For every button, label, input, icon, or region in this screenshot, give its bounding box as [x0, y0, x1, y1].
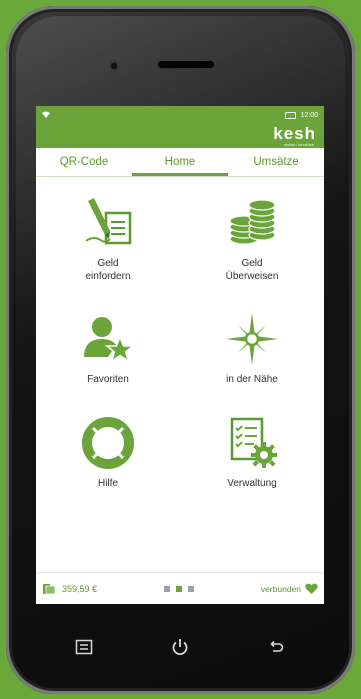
page-dot-active [175, 585, 182, 592]
battery-icon [285, 111, 297, 119]
coin-stack-icon [229, 199, 276, 245]
tab-umsaetze[interactable]: Umsätze [228, 148, 324, 176]
pen-document-icon [85, 198, 132, 245]
status-footer: 359,59 € verbunden [36, 572, 324, 604]
page-indicator [163, 585, 194, 592]
tab-qr-code[interactable]: QR-Code [36, 148, 132, 176]
app-logo: kesh [273, 124, 316, 143]
page-dot [163, 585, 170, 592]
geld-einfordern-button[interactable]: Geld einfordern [36, 191, 180, 307]
verwaltung-button[interactable]: Verwaltung [180, 411, 324, 527]
checklist-gear-icon [230, 417, 277, 468]
hilfe-button[interactable]: Hilfe [36, 411, 180, 527]
balance-amount: 359,59 € [62, 583, 98, 594]
in-der-naehe-label: in der Nähe [226, 374, 278, 385]
in-der-naehe-button[interactable]: in der Nähe [180, 307, 324, 411]
hardware-nav-keys [36, 632, 324, 662]
favoriten-button[interactable]: Favoriten [36, 307, 180, 411]
heart-icon [305, 583, 318, 594]
power-key[interactable] [168, 635, 192, 659]
connection-label: verbunden [260, 583, 301, 594]
power-icon [172, 639, 188, 656]
action-grid: Geld einfordern Geld Überweisen Favorite… [36, 177, 324, 527]
person-star-icon [84, 317, 136, 363]
page-dot [187, 585, 194, 592]
menu-key[interactable] [72, 635, 96, 659]
app-logo-tagline: einfach bezahlen [283, 142, 314, 147]
balance-display[interactable]: 359,59 € [42, 583, 97, 595]
app-header: kesh einfach bezahlen [36, 124, 324, 148]
earpiece [158, 61, 214, 68]
tab-home[interactable]: Home [132, 148, 228, 176]
lifebuoy-icon [82, 417, 134, 469]
back-key[interactable] [264, 635, 288, 659]
front-camera [111, 63, 117, 69]
verwaltung-label: Verwaltung [227, 478, 277, 489]
phone-screen: 12:00 kesh einfach bezahlen QR-Code Home… [36, 106, 324, 604]
status-bar: 12:00 [36, 106, 324, 124]
geld-ueberweisen-button[interactable]: Geld Überweisen [180, 191, 324, 307]
tab-bar: QR-Code Home Umsätze [36, 148, 324, 177]
geld-ueberweisen-label: Geld Überweisen [225, 258, 279, 282]
wifi-icon [42, 111, 50, 120]
connection-status: verbunden [261, 583, 318, 595]
hilfe-label: Hilfe [97, 478, 118, 489]
wallet-icon [43, 583, 56, 594]
menu-icon [75, 639, 93, 655]
back-arrow-icon [270, 640, 284, 652]
status-time: 12:00 [300, 111, 318, 119]
favoriten-label: Favoriten [87, 374, 129, 385]
compass-icon [226, 313, 278, 365]
geld-einfordern-label: Geld einfordern [85, 258, 131, 282]
